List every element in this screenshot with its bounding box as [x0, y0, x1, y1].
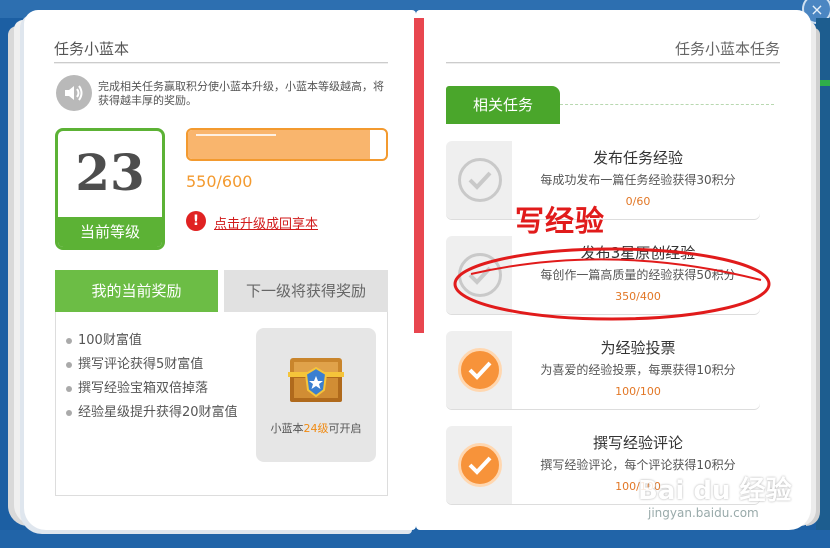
intro-text: 完成相关任务赢取积分使小蓝本升级，小蓝本等级越高，将获得越丰厚的奖励。 — [98, 80, 384, 107]
watermark-logo: Bai du 经验 — [638, 476, 792, 506]
task-icon-zone — [446, 426, 512, 504]
treasure-chest-icon — [288, 358, 344, 402]
divider — [54, 62, 388, 64]
tab-related-tasks[interactable]: 相关任务 — [446, 86, 560, 124]
upgrade-link[interactable]: 点击升级成回享本 — [214, 213, 318, 232]
task-card[interactable]: 为经验投票 为喜爱的经验投票，每票获得10积分 100/100 — [446, 331, 760, 409]
reward-text: 100财富值 — [78, 333, 142, 348]
chest-caption: 小蓝本24级可开启 — [256, 420, 376, 436]
progress-text: 550/600 — [186, 172, 253, 191]
alert-icon: ! — [186, 211, 206, 231]
chest-caption-text: 可开启 — [328, 422, 362, 435]
reward-text: 经验星级提升获得20财富值 — [78, 405, 238, 420]
frame-deco — [820, 80, 830, 86]
bullet-icon — [66, 361, 72, 368]
bullet-icon — [66, 409, 72, 416]
watermark-url: jingyan.baidu.com — [648, 506, 759, 520]
chest-caption-text: 小蓝本 — [270, 422, 304, 435]
task-icon-zone — [446, 331, 512, 409]
tab-next-rewards[interactable]: 下一级将获得奖励 — [224, 270, 388, 312]
check-icon — [458, 443, 502, 487]
list-item: 经验星级提升获得20财富值 — [66, 402, 238, 426]
reward-text: 撰写评论获得5财富值 — [78, 357, 204, 372]
task-title: 撰写经验评论 — [592, 434, 683, 452]
speaker-icon — [56, 75, 92, 111]
check-icon — [458, 158, 502, 202]
divider — [446, 62, 780, 64]
task-progress: 100/100 — [615, 385, 661, 398]
progress-shine — [196, 134, 276, 136]
chest-caption-level: 24级 — [303, 422, 329, 435]
reward-list: 100财富值 撰写评论获得5财富值 撰写经验宝箱双倍掉落 经验星级提升获得20财… — [66, 330, 238, 426]
level-number: 23 — [75, 143, 145, 202]
list-item: 撰写评论获得5财富值 — [66, 354, 238, 378]
task-title: 为经验投票 — [600, 339, 676, 357]
page-title: 任务小蓝本 — [54, 40, 130, 58]
level-label: 当前等级 — [58, 217, 162, 247]
reward-text: 撰写经验宝箱双倍掉落 — [78, 381, 209, 396]
bullet-icon — [66, 385, 72, 392]
list-item: 撰写经验宝箱双倍掉落 — [66, 378, 238, 402]
page-title: 任务小蓝本任务 — [674, 40, 780, 58]
task-desc: 为喜爱的经验投票，每票获得10积分 — [540, 363, 736, 377]
annotation-label: 写经验 — [515, 204, 606, 238]
annotation-ellipse — [453, 247, 771, 321]
bullet-icon — [66, 337, 72, 344]
divider — [560, 104, 774, 105]
frame-bottom — [0, 530, 830, 548]
task-desc: 每成功发布一篇任务经验获得30积分 — [540, 173, 736, 187]
treasure-chest-card[interactable]: 小蓝本24级可开启 — [256, 328, 376, 462]
level-progress-bar — [186, 128, 388, 161]
task-title: 发布任务经验 — [592, 149, 683, 167]
tab-current-rewards[interactable]: 我的当前奖励 — [55, 270, 218, 312]
level-badge: 23 当前等级 — [55, 128, 165, 250]
bookmark-ribbon — [414, 18, 424, 333]
check-icon — [458, 348, 502, 392]
task-icon-zone — [446, 141, 512, 219]
list-item: 100财富值 — [66, 330, 238, 354]
